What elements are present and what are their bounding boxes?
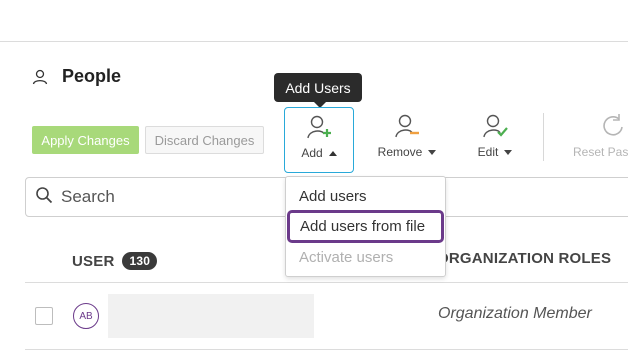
search-icon	[35, 186, 53, 209]
user-icon	[32, 69, 48, 85]
header-divider	[0, 41, 628, 42]
menu-item-add-users[interactable]: Add users	[299, 188, 367, 205]
edit-label: Edit	[477, 145, 499, 159]
menu-item-add-users-from-file[interactable]: Add users from file	[287, 210, 444, 243]
menu-item-activate-users[interactable]: Activate users	[299, 249, 393, 266]
reset-label: Reset Pas	[573, 145, 628, 159]
chevron-down-icon	[504, 149, 513, 155]
row-checkbox[interactable]	[35, 307, 53, 325]
org-role-cell: Organization Member	[438, 305, 592, 322]
page-header: People	[32, 66, 121, 87]
edit-user-icon	[482, 113, 508, 139]
search-placeholder: Search	[61, 187, 115, 206]
remove-label: Remove	[377, 145, 423, 159]
table-divider	[25, 282, 628, 283]
remove-user-icon	[394, 113, 420, 139]
add-users-tooltip: Add Users	[274, 73, 362, 108]
reset-icon	[570, 113, 626, 139]
avatar: AB	[73, 303, 99, 329]
toolbar-divider	[543, 113, 544, 161]
user-name-redacted	[108, 294, 314, 338]
add-button[interactable]: Add	[284, 107, 354, 173]
user-count-badge: 130	[122, 252, 158, 270]
apply-changes-button[interactable]: Apply Changes	[32, 126, 139, 154]
column-header-org-roles[interactable]: ORGANIZATION ROLES	[437, 250, 611, 267]
add-user-icon	[306, 114, 332, 140]
add-dropdown-menu: Add users Add users from file Activate u…	[285, 176, 446, 277]
reset-password-button[interactable]: Reset Pas	[570, 113, 628, 159]
table-row-divider	[25, 349, 628, 350]
remove-button[interactable]: Remove	[374, 113, 440, 159]
chevron-down-icon	[428, 149, 437, 155]
discard-changes-button[interactable]: Discard Changes	[145, 126, 264, 154]
user-column-label: USER	[72, 252, 115, 270]
edit-button[interactable]: Edit	[470, 113, 520, 159]
add-label: Add	[301, 146, 323, 160]
column-header-user[interactable]: USER 130	[72, 252, 158, 270]
page-title: People	[62, 66, 122, 86]
chevron-up-icon	[328, 150, 337, 156]
